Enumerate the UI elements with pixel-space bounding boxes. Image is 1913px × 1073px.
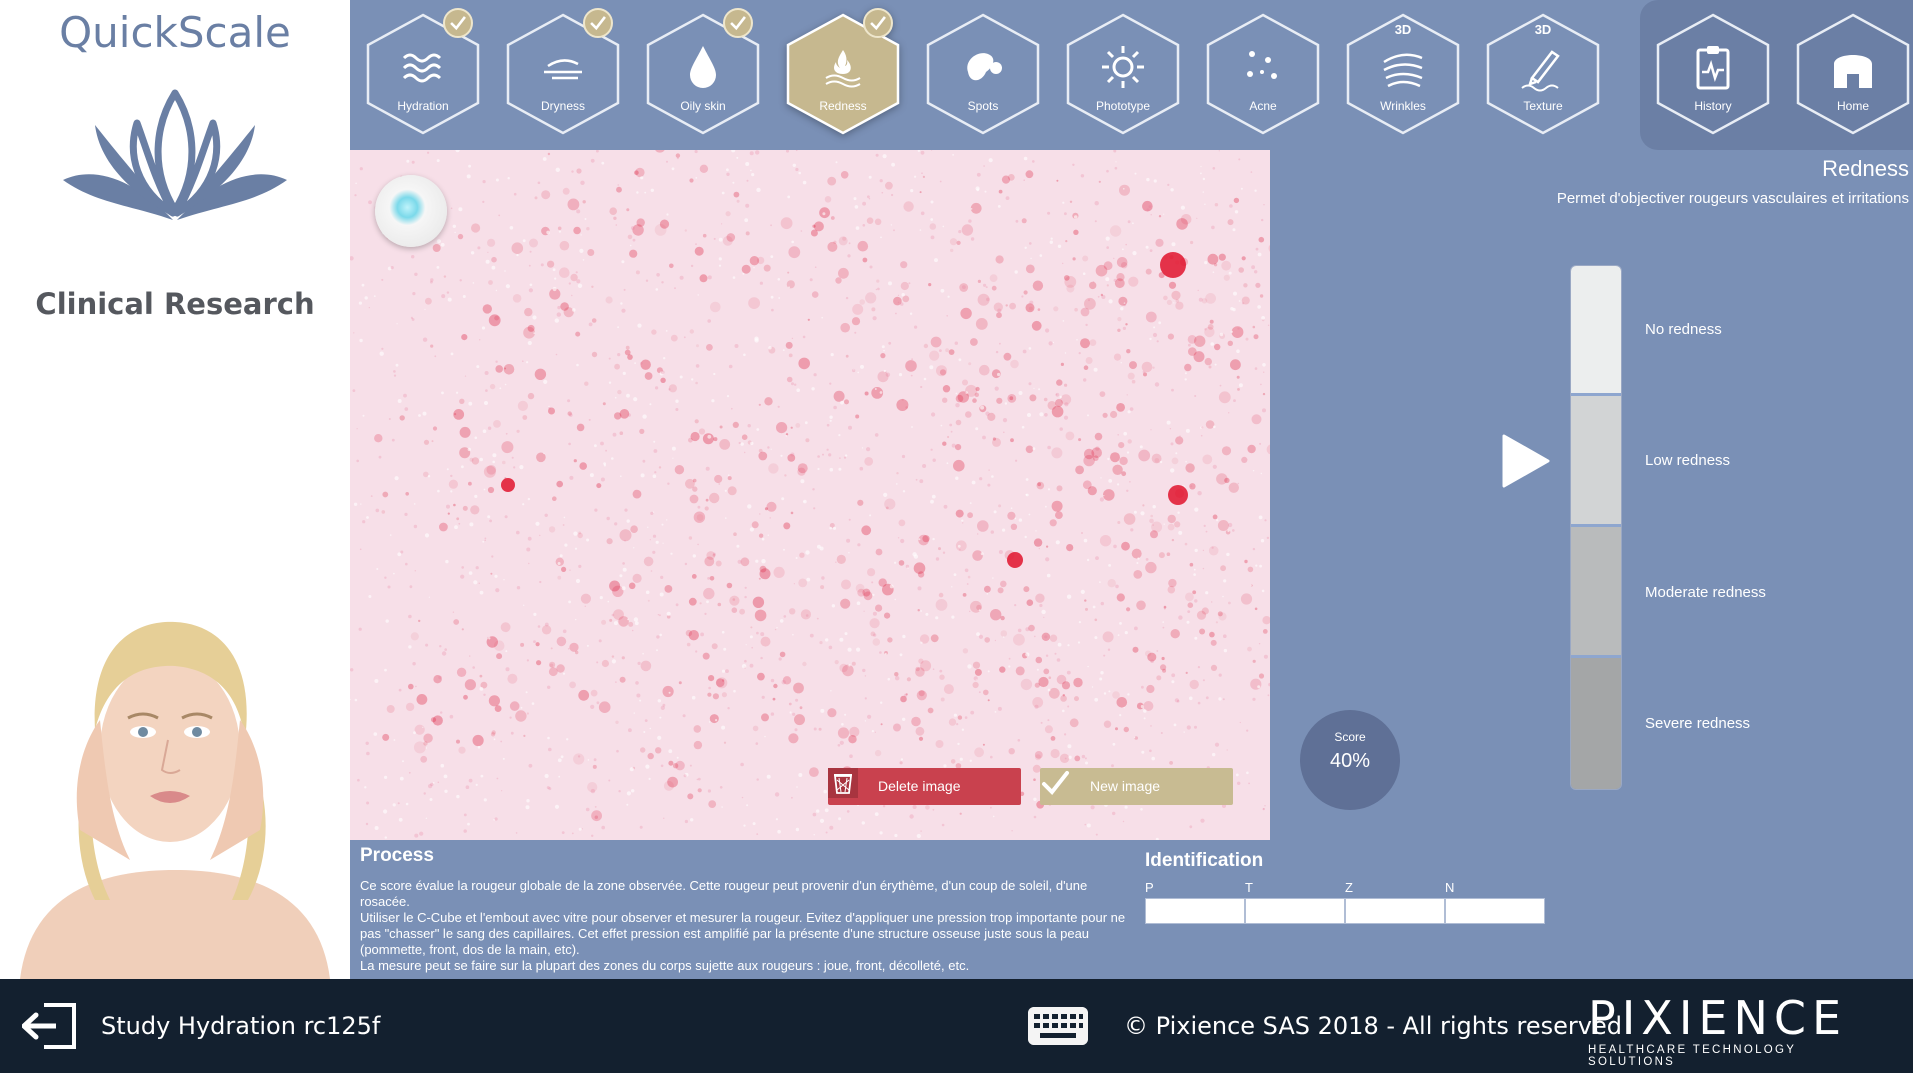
tool-acne[interactable]: Acne: [1205, 12, 1321, 136]
home-icon: [1834, 55, 1872, 88]
analysis-toolbar: Hydration Dryness Oily skin Redness Spots Pho…: [350, 0, 1913, 150]
redness-icon: [825, 50, 861, 88]
checkmark-icon: [443, 8, 473, 38]
score-label: Score: [1334, 730, 1366, 744]
drop-icon: [690, 46, 716, 88]
sun-icon: [1102, 46, 1144, 88]
checkmark-icon: [863, 8, 893, 38]
checkmark-icon: [583, 8, 613, 38]
exit-icon[interactable]: [22, 1001, 78, 1051]
redness-scale[interactable]: [1570, 265, 1622, 790]
ident-input-p[interactable]: [1145, 898, 1245, 924]
left-sidebar: QuickScale Clinical Research: [0, 0, 350, 979]
ident-field-p: P: [1145, 880, 1245, 924]
score-value: 40%: [1329, 750, 1371, 772]
spots-icon: [967, 53, 1002, 81]
scale-segment-none[interactable]: [1571, 266, 1621, 393]
ident-input-z[interactable]: [1345, 898, 1445, 924]
nav-label: Home: [1836, 99, 1869, 113]
nav-home-button[interactable]: Home: [1795, 12, 1911, 136]
texture-icon: [1521, 50, 1560, 92]
light-toggle-button[interactable]: [375, 175, 447, 247]
tool-label: Redness: [819, 99, 867, 113]
process-paragraph: Utiliser le C-Cube et l'embout avec vitr…: [360, 910, 1126, 957]
ident-label: Z: [1345, 880, 1353, 895]
delete-image-button[interactable]: Delete image: [828, 768, 1021, 805]
ident-label: N: [1445, 880, 1455, 895]
scale-label-none: No redness: [1645, 321, 1722, 338]
new-image-label: New image: [1090, 778, 1161, 794]
scale-segment-moderate[interactable]: [1571, 527, 1621, 655]
copyright-text: © Pixience SAS 2018 - All rights reserve…: [1124, 1012, 1622, 1040]
acne-icon: [1247, 51, 1277, 79]
ident-label: P: [1145, 880, 1154, 895]
nav-label: History: [1694, 99, 1732, 113]
tool-label: Oily skin: [680, 99, 726, 113]
process-section: Process Ce score évalue la rougeur globa…: [350, 840, 1913, 979]
redness-map: [350, 150, 1270, 840]
scale-label-severe: Severe redness: [1645, 715, 1751, 732]
logo-wordmark: PIXIENCE: [1588, 991, 1848, 1045]
keyboard-icon[interactable]: [1028, 1007, 1088, 1045]
process-text: Ce score évalue la rougeur globale de la…: [360, 878, 1130, 974]
new-image-button[interactable]: New image: [1040, 768, 1233, 805]
tool-label: Phototype: [1095, 99, 1151, 113]
tool-label: Hydration: [397, 99, 449, 113]
scale-label-low: Low redness: [1645, 452, 1731, 469]
tool-texture[interactable]: 3D Texture: [1485, 12, 1601, 136]
footer-bar: Study Hydration rc125f © Pixience SAS 20…: [0, 979, 1913, 1073]
logo-tagline: HEALTHCARE TECHNOLOGY SOLUTIONS: [1588, 1044, 1797, 1068]
nav-history-button[interactable]: History: [1655, 12, 1771, 136]
checkmark-icon: [723, 8, 753, 38]
scale-label-moderate: Moderate redness: [1645, 584, 1766, 601]
app-title: QuickScale: [59, 8, 291, 57]
trash-icon: [828, 768, 858, 798]
tool-label: Acne: [1249, 99, 1277, 113]
ident-input-t[interactable]: [1245, 898, 1345, 924]
lotus-logo-icon: [63, 89, 287, 220]
scale-segment-severe[interactable]: [1571, 658, 1621, 789]
ident-field-n: N: [1445, 880, 1545, 924]
score-badge: Score 40%: [1300, 710, 1400, 810]
process-title: Process: [360, 845, 434, 866]
tool-oily-skin[interactable]: Oily skin: [645, 8, 761, 136]
tool-redness[interactable]: Redness: [785, 8, 901, 136]
study-name: Study Hydration rc125f: [101, 1012, 381, 1040]
skin-image-view[interactable]: Delete image New image: [350, 150, 1270, 840]
scale-segment-low[interactable]: [1571, 396, 1621, 524]
tool-label: Wrinkles: [1380, 99, 1426, 113]
panel-title: Redness: [1822, 156, 1909, 181]
clipboard-icon: [1696, 46, 1730, 90]
tool-hydration[interactable]: Hydration: [365, 8, 481, 136]
tool-wrinkles[interactable]: 3D Wrinkles: [1345, 12, 1461, 136]
3d-badge: 3D: [1394, 22, 1412, 37]
tool-phototype[interactable]: Phototype: [1065, 12, 1181, 136]
dryness-icon: [544, 59, 582, 80]
result-panel: Redness Permet d'objectiver rougeurs vas…: [1270, 150, 1913, 840]
ident-input-n[interactable]: [1445, 898, 1545, 924]
tool-dryness[interactable]: Dryness: [505, 8, 621, 136]
wrinkles-icon: [1383, 53, 1423, 88]
ident-field-z: Z: [1345, 880, 1445, 924]
tool-label: Spots: [967, 99, 999, 113]
checkmark-icon: [1042, 771, 1069, 796]
delete-image-label: Delete image: [878, 778, 961, 794]
ident-field-t: T: [1245, 880, 1345, 924]
play-icon[interactable]: [1500, 433, 1550, 489]
tool-label: Texture: [1523, 99, 1563, 113]
pixience-logo: PIXIENCE HEALTHCARE TECHNOLOGY SOLUTIONS: [1588, 995, 1883, 1068]
waves-icon: [402, 53, 442, 83]
process-paragraph: Ce score évalue la rougeur globale de la…: [360, 878, 1088, 909]
panel-description: Permet d'objectiver rougeurs vasculaires…: [1556, 190, 1909, 207]
tool-spots[interactable]: Spots: [925, 12, 1041, 136]
identification-title: Identification: [1145, 850, 1264, 871]
model-portrait-image: [0, 600, 350, 979]
tool-label: Dryness: [540, 99, 585, 113]
process-paragraph: La mesure peut se faire sur la plupart d…: [360, 958, 970, 973]
app-subtitle: Clinical Research: [35, 287, 315, 321]
3d-badge: 3D: [1534, 22, 1552, 37]
ident-label: T: [1245, 880, 1253, 895]
